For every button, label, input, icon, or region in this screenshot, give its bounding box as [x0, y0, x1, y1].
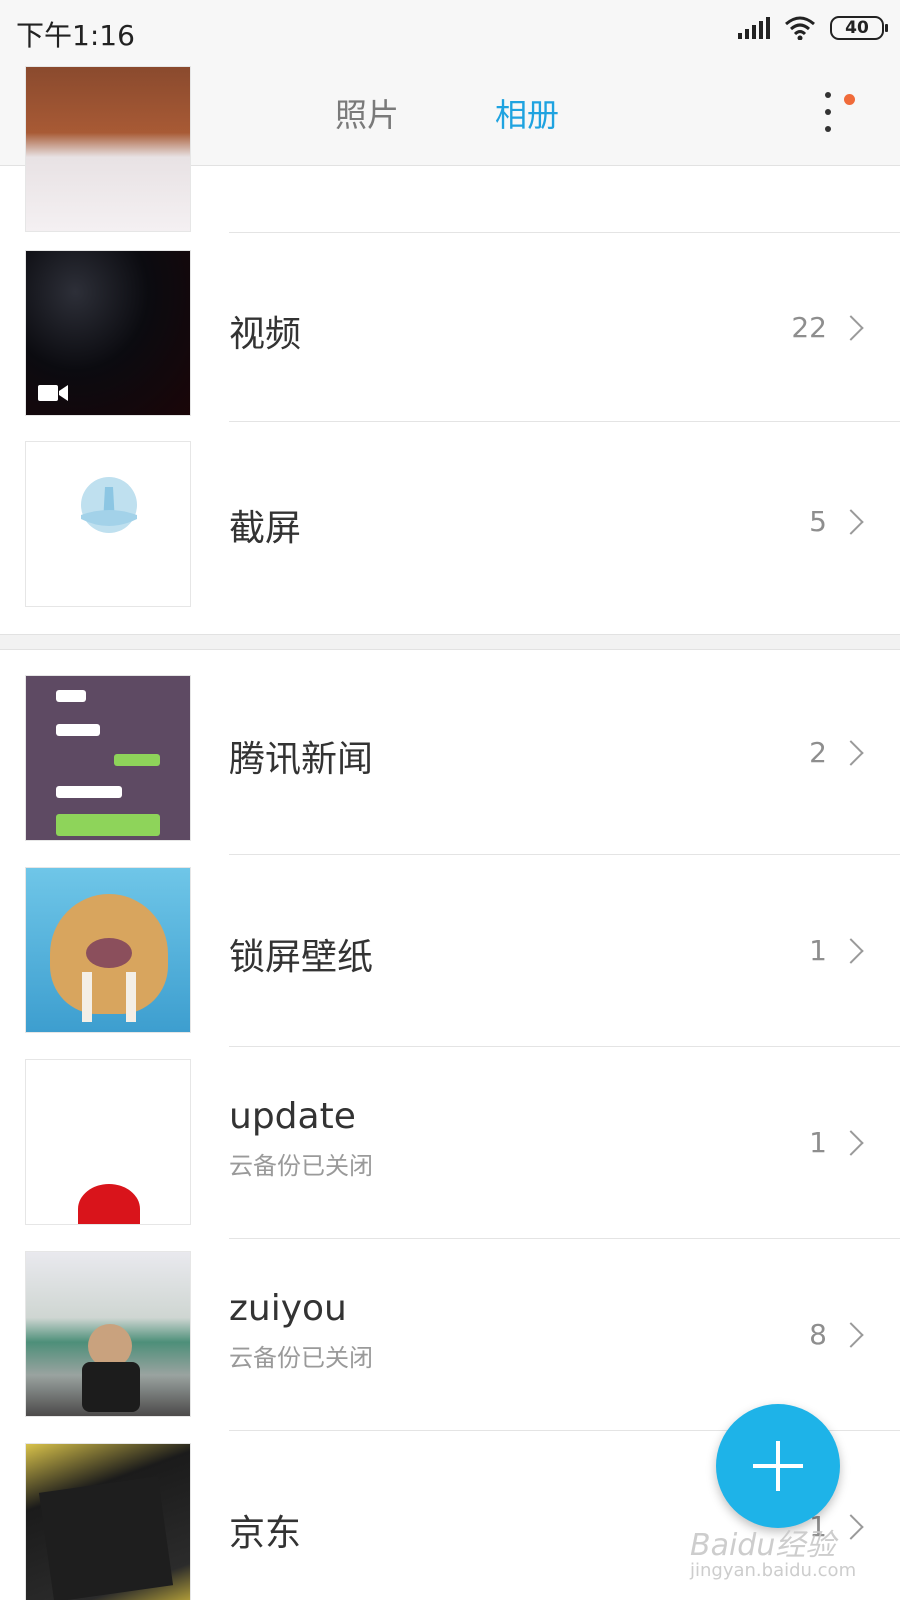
chat-bubble	[56, 786, 122, 798]
watermark-brand: Baidu经验	[690, 1528, 836, 1563]
album-title: zuiyou	[229, 1288, 347, 1329]
battery-indicator: 40	[830, 16, 888, 40]
more-menu-button[interactable]	[814, 90, 855, 134]
notification-dot	[844, 94, 855, 105]
album-title: 锁屏壁纸	[229, 937, 374, 978]
album-count: 1	[809, 934, 827, 967]
child-body	[82, 1362, 140, 1412]
chevron-right-icon	[838, 509, 864, 535]
more-dots-icon	[825, 92, 831, 98]
chevron-right-icon	[838, 740, 864, 766]
album-count: 1	[809, 1126, 827, 1159]
chat-bubble	[56, 814, 160, 836]
tiger-nose	[86, 938, 132, 968]
tiger-fang	[82, 972, 92, 1022]
plus-icon-stroke	[776, 1441, 780, 1491]
signal-icon	[738, 17, 770, 39]
lighthouse-placeholder-icon	[81, 477, 137, 533]
watermark-url: jingyan.baidu.com	[690, 1560, 857, 1581]
add-album-button[interactable]	[716, 1404, 840, 1528]
album-title: 截屏	[229, 508, 302, 549]
status-bar: 下午1:16 40	[0, 0, 900, 62]
tab-photos[interactable]: 照片	[335, 90, 399, 136]
phone-screen	[38, 1476, 174, 1600]
album-thumbnail	[25, 675, 191, 841]
album-title: 京东	[229, 1513, 302, 1554]
chat-bubble	[56, 724, 100, 736]
chevron-right-icon	[838, 938, 864, 964]
album-row-partial[interactable]	[0, 66, 900, 233]
album-row-tencent-news[interactable]: 腾讯新闻 2	[0, 650, 900, 855]
album-thumbnail	[25, 66, 191, 232]
chat-bubble	[114, 754, 160, 766]
video-camera-icon	[38, 385, 68, 401]
red-object	[78, 1184, 140, 1224]
more-dot	[825, 126, 831, 132]
status-icons: 40	[738, 16, 888, 40]
chevron-right-icon	[838, 315, 864, 341]
wifi-icon	[785, 16, 815, 40]
album-title: 腾讯新闻	[229, 739, 374, 780]
chevron-right-icon	[838, 1514, 864, 1540]
chevron-right-icon	[838, 1322, 864, 1348]
album-count: 8	[809, 1318, 827, 1351]
album-title: 视频	[229, 314, 302, 355]
album-row-lockscreen[interactable]: 锁屏壁纸 1	[0, 854, 900, 1047]
album-thumbnail	[25, 867, 191, 1033]
more-dot	[825, 109, 831, 115]
tiger-fang	[126, 972, 136, 1022]
chat-bubble	[56, 690, 86, 702]
status-time: 下午1:16	[16, 19, 135, 52]
album-row-zuiyou[interactable]: zuiyou 云备份已关闭 8	[0, 1238, 900, 1431]
section-divider	[0, 634, 900, 650]
album-thumbnail	[25, 1059, 191, 1225]
album-title: update	[229, 1096, 356, 1137]
album-thumbnail	[25, 250, 191, 416]
album-thumbnail	[25, 1443, 191, 1600]
album-count: 5	[809, 505, 827, 538]
album-count: 22	[791, 311, 827, 344]
album-thumbnail	[25, 1251, 191, 1417]
album-thumbnail	[25, 441, 191, 607]
battery-level: 40	[845, 18, 869, 38]
album-row-video[interactable]: 视频 22	[0, 233, 900, 422]
album-count: 2	[809, 736, 827, 769]
chevron-right-icon	[838, 1130, 864, 1156]
album-subtitle: 云备份已关闭	[229, 1152, 373, 1180]
album-row-screenshots[interactable]: 截屏 5	[0, 421, 900, 621]
album-row-update[interactable]: update 云备份已关闭 1	[0, 1046, 900, 1239]
tab-albums[interactable]: 相册	[495, 90, 559, 136]
album-subtitle: 云备份已关闭	[229, 1344, 373, 1372]
